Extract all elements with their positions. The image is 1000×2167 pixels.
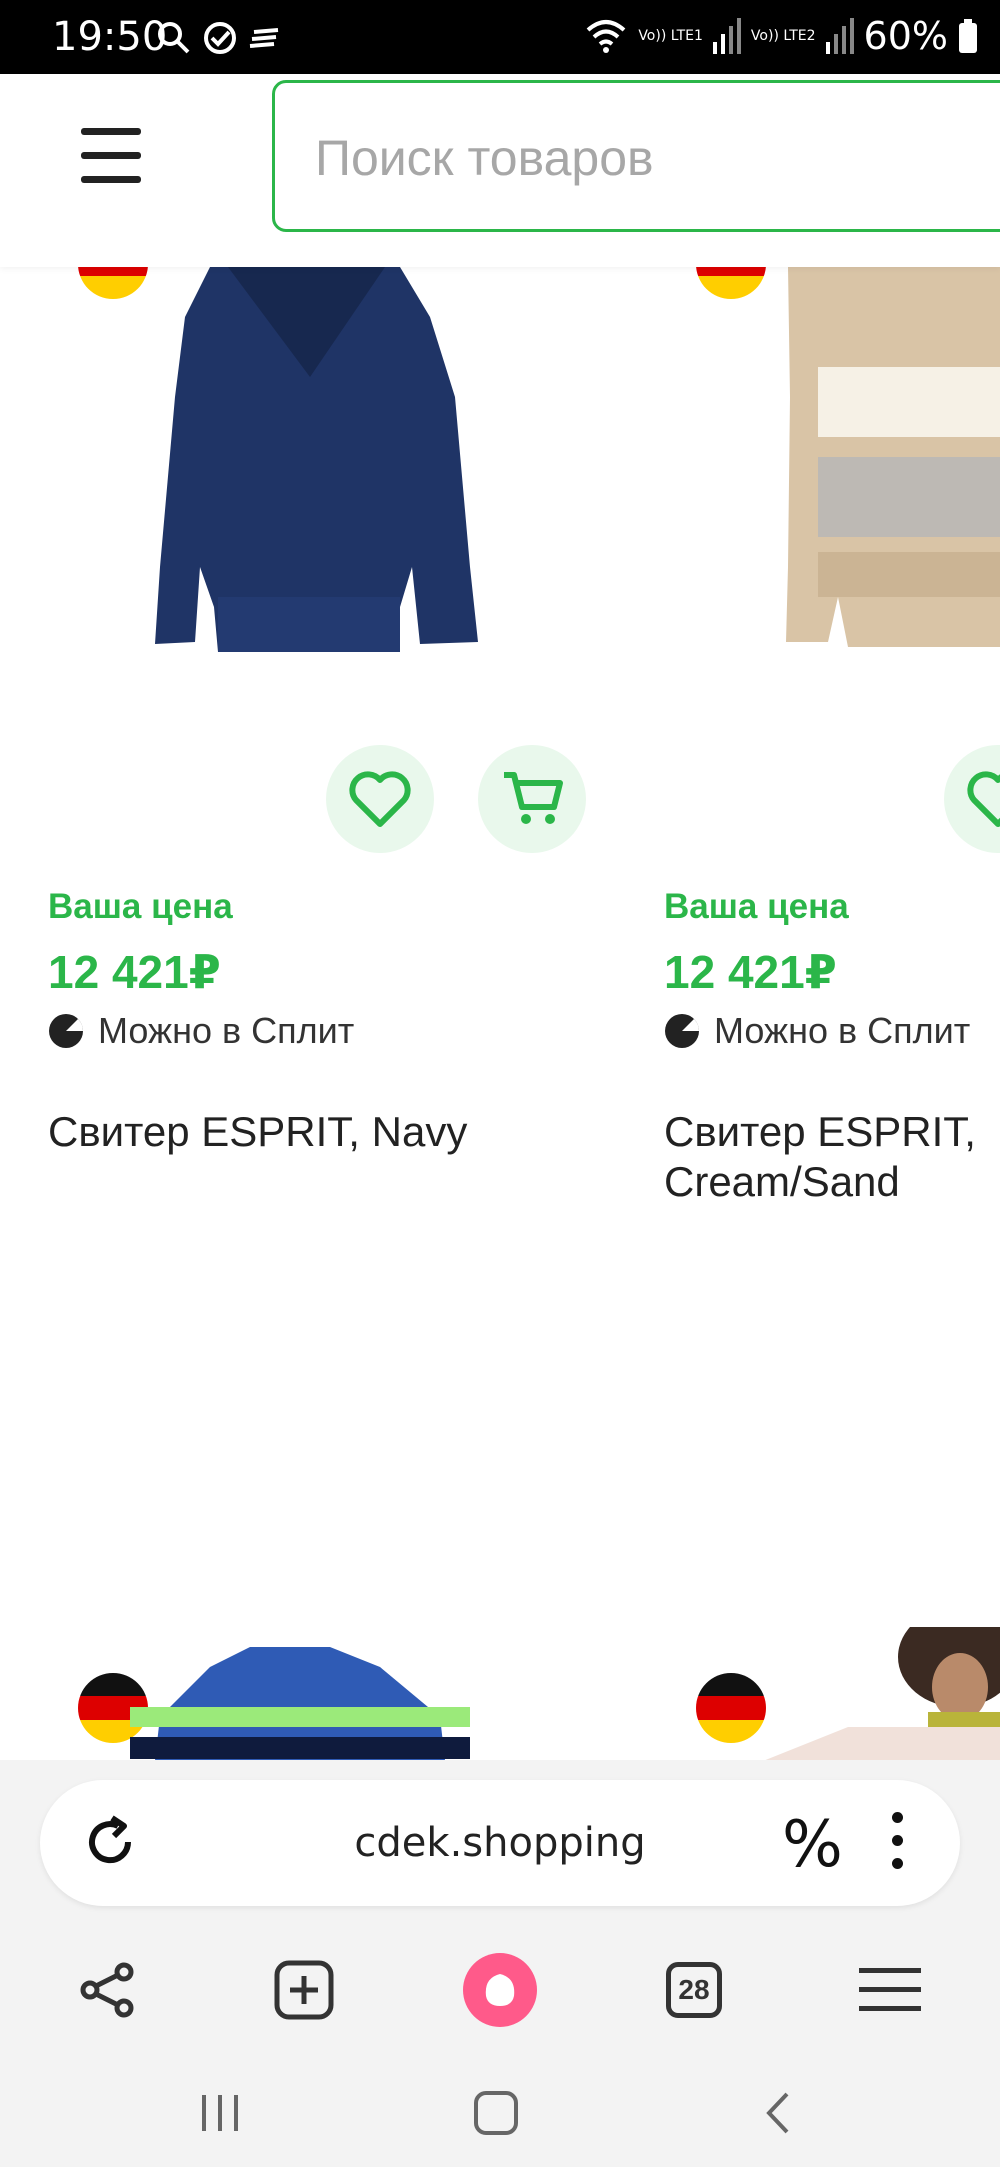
battery-icon	[959, 19, 977, 53]
add-tab-icon	[274, 1960, 334, 2020]
more-menu-icon[interactable]	[892, 1812, 906, 1881]
check-status-icon	[204, 22, 236, 54]
browser-menu-button[interactable]	[840, 1940, 940, 2040]
app-header	[0, 74, 1000, 267]
card-actions	[326, 745, 586, 853]
address-bar[interactable]: cdek.shopping %	[40, 1780, 960, 1906]
split-text: Можно в Сплит	[98, 1010, 355, 1051]
battery-percent: 60%	[863, 14, 948, 58]
signal-1-icon	[712, 18, 741, 54]
product-title[interactable]: Свитер ESPRIT, Cream/Sand	[664, 1107, 1000, 1207]
favorite-button[interactable]	[944, 745, 1000, 853]
status-left-icons	[156, 20, 284, 56]
system-nav-bar	[0, 2078, 1000, 2148]
tabs-button[interactable]: 28	[644, 1940, 744, 2040]
split-text: Можно в Сплит	[714, 1010, 971, 1051]
recent-apps-button[interactable]	[190, 2078, 250, 2148]
card-actions	[944, 745, 1000, 853]
browser-chrome: cdek.shopping % 28	[0, 1760, 1000, 2167]
split-icon	[665, 1014, 699, 1048]
split-icon	[49, 1014, 83, 1048]
price-label: Ваша цена	[48, 887, 233, 926]
wifi-icon	[586, 20, 626, 53]
new-tab-button[interactable]	[254, 1940, 354, 2040]
alice-assistant-button[interactable]	[450, 1940, 550, 2040]
price-value: 12 421₽	[48, 946, 221, 998]
status-bar: 19:50 Vo)) LTE1 Vo)) LTE2 60%	[0, 0, 1000, 74]
product-image[interactable]	[0, 267, 560, 697]
split-payment: Можно в Сплит	[48, 1010, 354, 1052]
recent-apps-icon	[202, 2095, 238, 2131]
split-payment: Можно в Сплит	[664, 1010, 970, 1052]
hamburger-icon-line	[81, 176, 141, 183]
add-to-cart-button[interactable]	[478, 745, 586, 853]
tabs-count: 28	[666, 1962, 722, 2018]
product-image[interactable]	[618, 267, 1000, 697]
product-image[interactable]	[728, 1627, 1000, 1760]
product-grid: Ваша цена 12 421₽ Можно в Сплит Свитер E…	[0, 267, 1000, 1760]
browser-bottom-nav: 28	[0, 1940, 1000, 2040]
status-right: Vo)) LTE1 Vo)) LTE2 60%	[584, 14, 978, 58]
search-box[interactable]	[272, 80, 1000, 232]
product-title[interactable]: Свитер ESPRIT, Navy	[48, 1107, 568, 1157]
cart-icon	[504, 772, 563, 824]
search-input[interactable]	[315, 125, 955, 191]
lines-status-icon	[249, 28, 279, 48]
signal-2-icon	[825, 18, 854, 54]
alice-icon	[463, 1953, 537, 2027]
discount-icon[interactable]: %	[782, 1808, 843, 1882]
sim2-label: Vo)) LTE2	[750, 28, 816, 44]
home-button[interactable]	[466, 2078, 526, 2148]
back-icon	[766, 2092, 789, 2134]
search-status-icon	[158, 22, 190, 54]
hamburger-icon-line	[81, 128, 141, 135]
germany-flag-icon	[696, 1673, 766, 1743]
home-icon	[474, 2091, 518, 2135]
menu-button[interactable]	[70, 128, 152, 200]
heart-icon	[349, 771, 411, 827]
hamburger-icon	[859, 1968, 921, 2011]
favorite-button[interactable]	[326, 745, 434, 853]
sim1-label: Vo)) LTE1	[638, 28, 703, 44]
price-label: Ваша цена	[664, 887, 849, 926]
heart-icon	[967, 771, 1000, 827]
product-image[interactable]	[0, 1647, 560, 1760]
price-value: 12 421₽	[664, 946, 837, 998]
back-button[interactable]	[748, 2078, 808, 2148]
share-button[interactable]	[58, 1940, 158, 2040]
share-icon	[80, 1962, 134, 2018]
hamburger-icon-line	[81, 152, 141, 159]
status-time: 19:50	[52, 14, 168, 60]
